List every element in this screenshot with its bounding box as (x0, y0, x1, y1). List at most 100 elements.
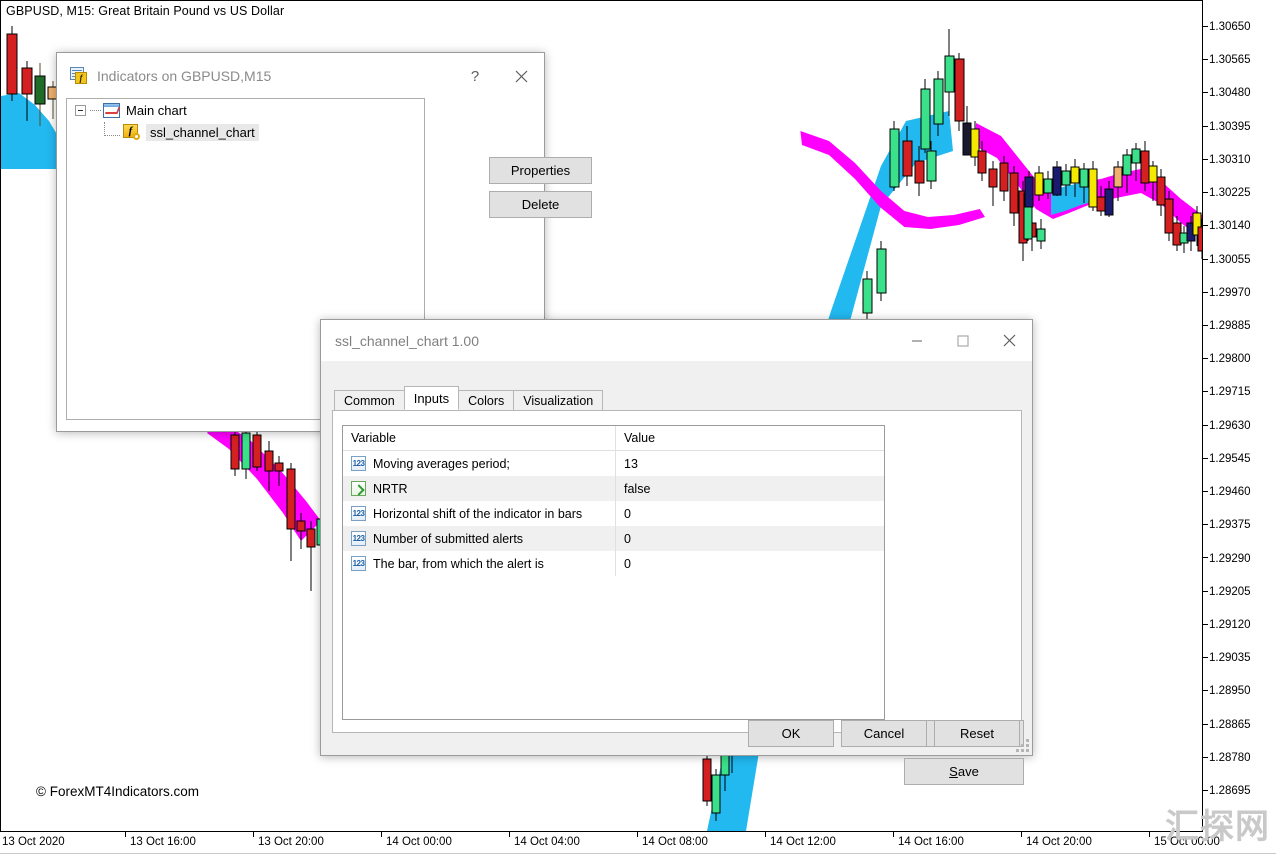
price-tick-label: 1.30140 (1209, 220, 1251, 232)
price-tick-label: 1.28950 (1209, 685, 1251, 697)
chart-icon (103, 103, 120, 118)
parameter-value-cell[interactable]: 13 (615, 451, 884, 476)
price-tick-label: 1.30225 (1209, 187, 1251, 199)
time-tick-sep (125, 832, 126, 837)
price-tick-label: 1.28780 (1209, 752, 1251, 764)
price-tick: 1.29970 (1203, 287, 1251, 299)
tab-colors[interactable]: Colors (458, 390, 514, 410)
table-row[interactable]: Number of submitted alerts 0 (343, 526, 884, 551)
properties-dialog-body: Common Inputs Colors Visualization Varia… (321, 361, 1032, 755)
parameter-name-cell: NRTR (343, 481, 615, 496)
collapse-icon[interactable] (75, 105, 86, 116)
time-tick-sep (253, 832, 254, 837)
price-tick-label: 1.30395 (1209, 121, 1251, 133)
parameter-value-cell[interactable]: 0 (615, 551, 884, 576)
price-tick: 1.29800 (1203, 353, 1251, 365)
price-tick-label: 1.30310 (1209, 154, 1251, 166)
price-tick-dash (1203, 259, 1208, 260)
tree-connector (104, 122, 120, 136)
help-button[interactable]: ? (452, 53, 498, 99)
parameter-label: Moving averages period; (373, 457, 510, 471)
close-icon[interactable] (498, 53, 544, 99)
price-tick-dash (1203, 358, 1208, 359)
price-tick: 1.29545 (1203, 453, 1251, 465)
tab-common[interactable]: Common (334, 390, 405, 410)
parameter-name-cell: Horizontal shift of the indicator in bar… (343, 506, 615, 521)
price-tick: 1.29375 (1203, 519, 1251, 531)
table-row[interactable]: NRTR false (343, 476, 884, 501)
table-row[interactable]: Horizontal shift of the indicator in bar… (343, 501, 884, 526)
copyright-label: © ForexMT4Indicators.com (36, 784, 199, 799)
price-tick-dash (1203, 425, 1208, 426)
price-tick-dash (1203, 391, 1208, 392)
price-tick: 1.29715 (1203, 386, 1251, 398)
tree-item-ssl-channel-chart[interactable]: f ssl_channel_chart (67, 121, 424, 143)
table-row[interactable]: Moving averages period; 13 (343, 451, 884, 476)
time-axis[interactable]: 13 Oct 202013 Oct 16:0013 Oct 20:0014 Oc… (0, 832, 1276, 854)
parameter-label: The bar, from which the alert is (373, 557, 544, 571)
number-icon (351, 531, 366, 546)
time-tick-sep (1021, 832, 1022, 837)
price-tick-dash (1203, 59, 1208, 60)
price-tick-label: 1.29630 (1209, 420, 1251, 432)
cancel-button[interactable]: Cancel (841, 720, 927, 747)
parameter-label: Horizontal shift of the indicator in bar… (373, 507, 582, 521)
price-tick-dash (1203, 524, 1208, 525)
reset-button[interactable]: Reset (934, 720, 1020, 747)
indicators-window-icon: f (69, 67, 88, 84)
price-tick-dash (1203, 591, 1208, 592)
minimize-icon[interactable] (894, 320, 940, 361)
price-tick-dash (1203, 225, 1208, 226)
time-tick: 14 Oct 00:00 (386, 836, 452, 848)
price-tick-dash (1203, 325, 1208, 326)
ok-button[interactable]: OK (748, 720, 834, 747)
save-button-label: Save (949, 764, 979, 779)
save-button[interactable]: Save (904, 758, 1024, 785)
time-tick-sep (509, 832, 510, 837)
price-tick: 1.30140 (1203, 220, 1251, 232)
tree-item-label: ssl_channel_chart (146, 124, 259, 141)
tab-visualization[interactable]: Visualization (513, 390, 603, 410)
tab-inputs[interactable]: Inputs (404, 386, 459, 410)
delete-button[interactable]: Delete (489, 191, 592, 218)
close-icon[interactable] (986, 320, 1032, 361)
tree-item-main-chart[interactable]: Main chart (67, 99, 424, 121)
price-axis[interactable]: 1.306501.305651.304801.303951.303101.302… (1203, 0, 1276, 832)
time-tick: 13 Oct 2020 (2, 836, 65, 848)
maximize-glyph (957, 335, 969, 347)
close-glyph (515, 70, 528, 83)
price-tick-dash (1203, 491, 1208, 492)
price-tick: 1.29885 (1203, 320, 1251, 332)
price-tick: 1.29120 (1203, 619, 1251, 631)
price-tick: 1.29035 (1203, 652, 1251, 664)
number-icon (351, 456, 366, 471)
price-tick: 1.30310 (1203, 154, 1251, 166)
parameter-value-cell[interactable]: false (615, 476, 884, 501)
price-tick-label: 1.29970 (1209, 287, 1251, 299)
maximize-icon[interactable] (940, 320, 986, 361)
price-tick: 1.29290 (1203, 553, 1251, 565)
parameter-value-cell[interactable]: 0 (615, 501, 884, 526)
boolean-icon (351, 481, 366, 496)
price-tick-label: 1.30480 (1209, 87, 1251, 99)
price-tick-dash (1203, 757, 1208, 758)
properties-tabstrip[interactable]: Common Inputs Colors Visualization (334, 388, 602, 410)
price-tick-dash (1203, 657, 1208, 658)
price-tick: 1.30480 (1203, 87, 1251, 99)
properties-button[interactable]: Properties (489, 157, 592, 184)
price-tick: 1.30650 (1203, 21, 1251, 33)
properties-dialog-titlebar[interactable]: ssl_channel_chart 1.00 (321, 320, 1032, 361)
time-tick: 14 Oct 16:00 (898, 836, 964, 848)
parameter-value-cell[interactable]: 0 (615, 526, 884, 551)
site-watermark: 汇探网 (1165, 808, 1270, 846)
price-tick-dash (1203, 557, 1208, 558)
price-tick-dash (1203, 624, 1208, 625)
indicator-properties-dialog[interactable]: ssl_channel_chart 1.00 (320, 319, 1033, 756)
chart-symbol-title: GBPUSD, M15: Great Britain Pound vs US D… (6, 4, 284, 18)
parameter-name-cell: Number of submitted alerts (343, 531, 615, 546)
table-row[interactable]: The bar, from which the alert is 0 (343, 551, 884, 576)
parameters-grid[interactable]: Variable Value Moving averages period; 1… (342, 425, 885, 720)
price-tick-label: 1.29715 (1209, 386, 1251, 398)
indicators-window-titlebar[interactable]: f Indicators on GBPUSD,M15 ? (57, 53, 544, 98)
price-tick: 1.28950 (1203, 685, 1251, 697)
